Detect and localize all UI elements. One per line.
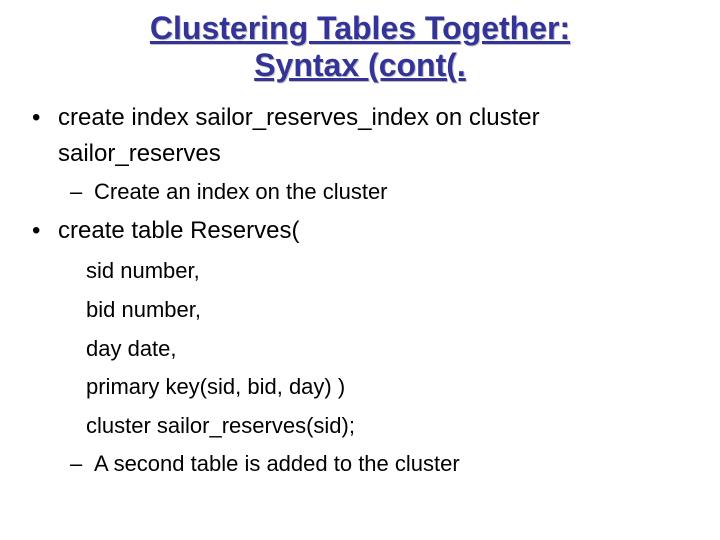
slide: Clustering Tables Together: Syntax (cont… [0, 0, 720, 540]
code-line-5: cluster sailor_reserves(sid); [86, 412, 690, 441]
bullet-1-line-2: sailor_reserves [58, 138, 690, 170]
code-line-2: bid number, [86, 296, 690, 325]
bullet-2-sub-text: A second table is added to the cluster [94, 450, 690, 479]
bullet-dash: – [70, 178, 94, 207]
bullet-1-sub: – Create an index on the cluster [70, 178, 690, 207]
bullet-1: • create index sailor_reserves_index on … [30, 102, 690, 134]
code-line-4: primary key(sid, bid, day) ) [86, 373, 690, 402]
bullet-2-sub: – A second table is added to the cluster [70, 450, 690, 479]
bullet-dash: – [70, 450, 94, 479]
title-line-2: Syntax (cont(. [254, 47, 466, 83]
code-line-3: day date, [86, 335, 690, 364]
title-line-1: Clustering Tables Together: [150, 10, 570, 46]
bullet-1-sub-text: Create an index on the cluster [94, 178, 690, 207]
bullet-1-line-1: create index sailor_reserves_index on cl… [58, 102, 690, 134]
bullet-dot: • [30, 102, 58, 134]
bullet-dot: • [30, 215, 58, 247]
code-line-1: sid number, [86, 257, 690, 286]
bullet-2-line-1: create table Reserves( [58, 215, 690, 247]
bullet-2: • create table Reserves( [30, 215, 690, 247]
slide-title: Clustering Tables Together: Syntax (cont… [30, 10, 690, 84]
